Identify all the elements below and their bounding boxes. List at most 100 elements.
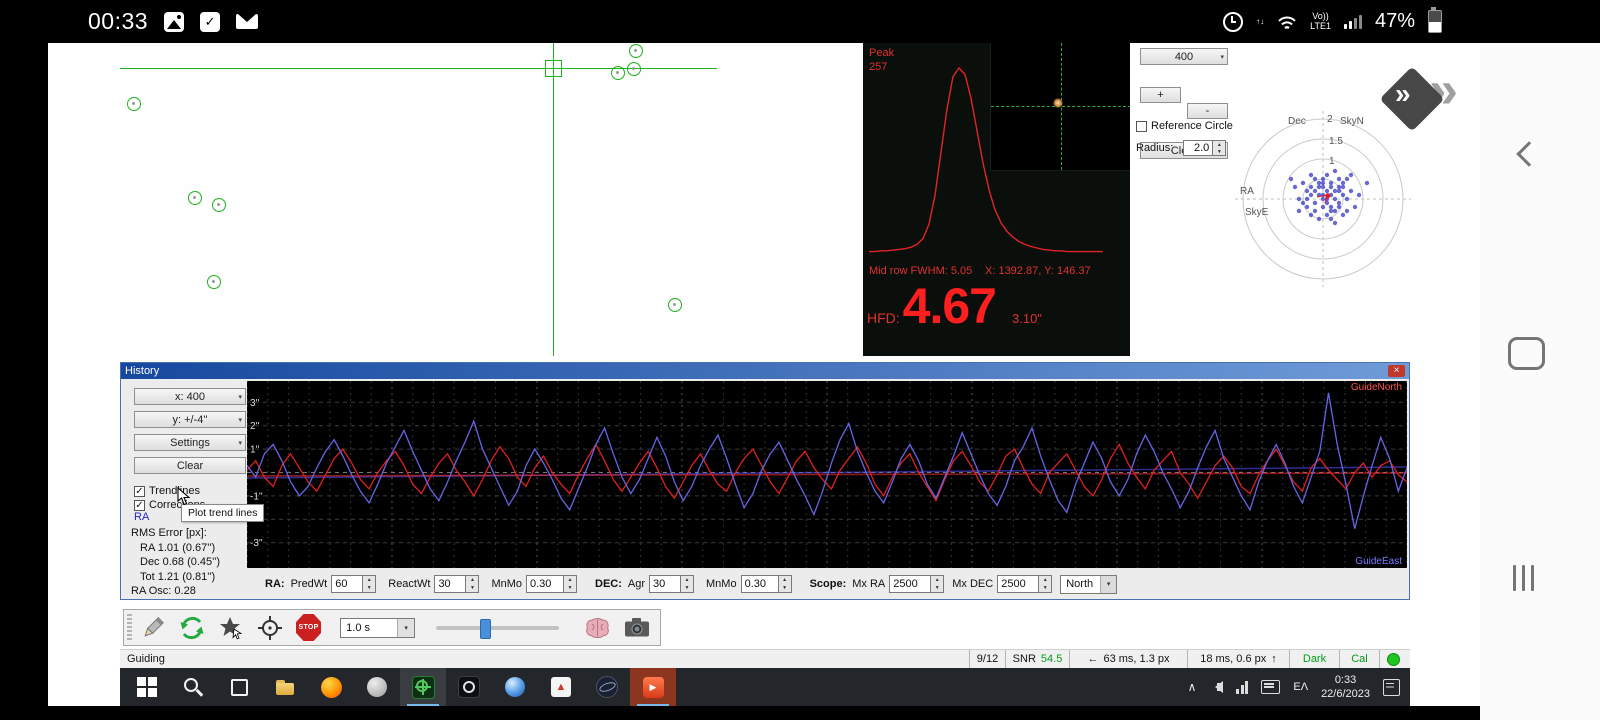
taskbar-white-app-icon[interactable] (538, 668, 584, 706)
camera-properties-button[interactable] (624, 614, 650, 641)
taskbar-task-view-button[interactable] (216, 668, 262, 706)
windows-taskbar: ∧ ΕΛ 0:33 22/6/2023 (120, 668, 1410, 706)
auto-select-star-button[interactable] (218, 614, 244, 641)
taskbar-firefox-icon[interactable] (308, 668, 354, 706)
spin-down-icon: ▼ (1039, 584, 1051, 592)
guide-star-image (1053, 98, 1063, 108)
mxra-spinner[interactable]: 2500▲▼ (889, 575, 944, 593)
network-icon[interactable] (1236, 681, 1248, 694)
slider-thumb[interactable] (480, 619, 491, 639)
taskbar-clock[interactable]: 0:33 22/6/2023 (1321, 673, 1370, 702)
window-title: History (125, 365, 159, 377)
recents-button[interactable] (1513, 565, 1534, 591)
hfd-readout: HFD: 4.67 3.10" (867, 281, 1042, 331)
crosshair-vertical-line (553, 43, 554, 356)
status-dec-pulse: 18 ms, 0.6 px↑ (1187, 650, 1289, 668)
exposure-select[interactable]: 1.0 s ▾ (340, 618, 415, 638)
taskbar-red-app-icon[interactable] (630, 668, 676, 706)
speaker-icon[interactable] (1209, 681, 1223, 693)
ra-mnmo-spinner[interactable]: 0.30▲▼ (526, 575, 577, 593)
taskbar-file-explorer-icon (274, 676, 296, 698)
predwt-spinner[interactable]: 60▲▼ (331, 575, 376, 593)
dec-section-label: DEC: (595, 578, 622, 590)
taskbar-capture-app-icon (458, 676, 480, 698)
chevron-down-icon: ▾ (238, 439, 242, 447)
guide-button[interactable] (257, 614, 283, 641)
taskbar-file-explorer-icon[interactable] (262, 668, 308, 706)
data-arrows-icon: ↑↓ (1256, 18, 1264, 26)
dec-mnmo-spinner[interactable]: 0.30▲▼ (741, 575, 792, 593)
toolbar-drag-handle[interactable] (127, 614, 132, 641)
remote-app-floating-button[interactable]: » » (1381, 68, 1473, 138)
taskbar-planetarium-app-icon[interactable] (584, 668, 630, 706)
trendlines-checkbox[interactable]: ✓ Trendlines (134, 485, 200, 497)
spin-down-icon: ▼ (779, 584, 791, 592)
target-zoom-in-button[interactable]: + (1140, 87, 1181, 103)
chevron-down-icon: ▾ (1220, 53, 1224, 61)
android-status-bar: 00:33 ✓ ↑↓ Vo))LTE1 47% (0, 0, 1600, 43)
advanced-settings-button[interactable] (584, 614, 611, 641)
guide-camera-view[interactable] (120, 43, 861, 356)
graph-clear-button[interactable]: Clear (134, 457, 246, 474)
dec-agr-label: Agr (628, 578, 645, 590)
target-ring-label-1-5: 1.5 (1329, 136, 1343, 147)
y-scale-dropdown[interactable]: y: +/-4''▾ (134, 411, 246, 428)
taskbar-start-button[interactable] (124, 668, 170, 706)
back-button[interactable] (1516, 141, 1541, 166)
reactwt-spinner[interactable]: 30▲▼ (434, 575, 479, 593)
main-toolbar: STOP 1.0 s ▾ (123, 609, 661, 646)
target-ring-label-1: 1 (1329, 156, 1335, 167)
svg-text:-1'': -1'' (250, 491, 263, 502)
arrow-icon: ↑ (1271, 653, 1277, 665)
mxdec-spinner[interactable]: 2500▲▼ (997, 575, 1052, 593)
guide-state-label: Guiding (120, 653, 165, 665)
reactwt-label: ReactWt (388, 578, 430, 590)
pencil-icon (140, 615, 166, 641)
language-indicator[interactable]: ΕΛ (1293, 681, 1308, 693)
guide-params-row: RA:PredWt60▲▼ReactWt30▲▼MnMo0.30▲▼DEC:Ag… (121, 571, 1409, 597)
target-zoom-out-button[interactable]: - (1187, 103, 1228, 119)
spin-down-icon: ▼ (564, 584, 576, 592)
screen-stretch-slider[interactable] (436, 626, 559, 630)
x-scale-dropdown[interactable]: x: 400▾ (134, 388, 246, 405)
taskbar-task-view-icon (228, 676, 250, 698)
taskbar-search-icon (182, 676, 204, 698)
tray-expand-icon[interactable]: ∧ (1188, 680, 1197, 694)
taskbar-planetarium-app-icon (596, 676, 618, 698)
taskbar-gray-app-icon (367, 677, 387, 697)
radius-spinner[interactable]: 2.0 ▲▼ (1183, 140, 1226, 156)
loop-exposures-button[interactable] (179, 614, 205, 641)
chevron-down-icon: ▾ (1100, 576, 1116, 593)
connect-equipment-button[interactable] (140, 614, 166, 641)
screen-letterbox-bottom (48, 706, 1480, 720)
taskbar-search-button[interactable] (170, 668, 216, 706)
action-center-icon[interactable] (1383, 679, 1400, 696)
stop-button[interactable]: STOP (296, 614, 321, 641)
chevron-down-icon: ▾ (397, 619, 414, 637)
status-guide-indicator (1379, 650, 1407, 668)
settings-dropdown[interactable]: Settings▾ (134, 434, 246, 451)
alarm-icon (1223, 12, 1243, 32)
reference-circle-checkbox[interactable]: Reference Circle (1136, 120, 1233, 132)
home-button[interactable] (1508, 337, 1545, 370)
close-icon[interactable]: × (1388, 365, 1405, 377)
gallery-notification-icon (164, 12, 184, 32)
screen-letterbox-left (0, 43, 48, 720)
target-points-dropdown[interactable]: 400▾ (1140, 48, 1228, 65)
guide-status-dot (1387, 653, 1400, 666)
touch-keyboard-icon[interactable] (1261, 680, 1280, 694)
spin-down-icon: ▼ (466, 584, 478, 592)
checkbox-box: ✓ (134, 500, 145, 511)
taskbar-phd2-icon[interactable] (400, 668, 446, 706)
north-combo[interactable]: North▾ (1060, 575, 1117, 594)
taskbar-blue-app-icon[interactable] (492, 668, 538, 706)
guide-east-label: GuideEast (1355, 556, 1402, 567)
history-title-bar[interactable]: History × (121, 363, 1409, 379)
history-window: History × x: 400▾ y: +/-4''▾ Settings▾ Clea… (120, 362, 1410, 600)
taskbar-capture-app-icon[interactable] (446, 668, 492, 706)
star-marker (212, 198, 226, 212)
dec-agr-spinner[interactable]: 30▲▼ (649, 575, 694, 593)
checklist-notification-icon: ✓ (200, 12, 220, 32)
phd2-status-bar: Guiding 9/12SNR54.5←63 ms, 1.3 px18 ms, … (120, 649, 1410, 668)
taskbar-gray-app-icon[interactable] (354, 668, 400, 706)
